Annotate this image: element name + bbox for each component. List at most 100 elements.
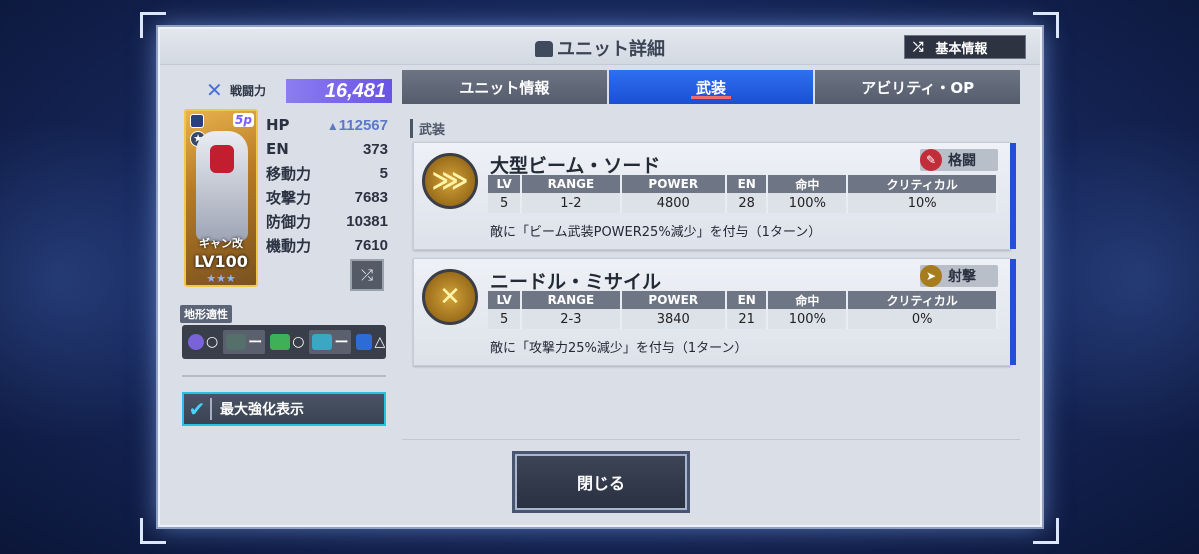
weapon-description: 敵に「ビーム武装POWER25%減少」を付与（1ターン） xyxy=(490,225,822,240)
stat-label: 防御力 xyxy=(266,212,312,231)
terrain-grade: △ xyxy=(374,334,386,350)
column-header: POWER xyxy=(620,291,728,309)
space-icon xyxy=(188,334,204,350)
terrain-grade: ○ xyxy=(206,334,219,350)
checkmark-icon: ✔ xyxy=(184,398,212,420)
column-header: RANGE xyxy=(521,291,622,309)
water-icon xyxy=(312,334,333,350)
stat-label: 機動力 xyxy=(266,236,312,255)
stat-label: HP xyxy=(266,116,290,134)
rarity-badge-icon xyxy=(190,114,204,128)
mobile-suit-icon xyxy=(535,41,553,57)
tab-ability-op[interactable]: アビリティ・OP xyxy=(815,70,1021,104)
tab-weapons[interactable]: 武装 xyxy=(608,70,816,104)
unit-stars: ★★★ xyxy=(206,272,236,285)
ground-icon xyxy=(270,334,291,350)
weapon-name: ニードル・ミサイル xyxy=(490,271,662,293)
table-cell: 10% xyxy=(847,193,998,213)
basic-info-label: 基本情報 xyxy=(935,41,988,57)
sp-badge: 5p xyxy=(233,113,254,127)
panel-header: ユニット詳細 ⤮ 基本情報 xyxy=(160,29,1040,65)
column-header: EN xyxy=(726,175,769,193)
tab-bar: ユニット情報 武装 アビリティ・OP xyxy=(402,70,1021,104)
terrain-label: 地形適性 xyxy=(180,305,232,323)
stat-label: 移動力 xyxy=(266,164,312,183)
table-cell: 0% xyxy=(847,309,998,329)
max-upgrade-toggle[interactable]: ✔ 最大強化表示 xyxy=(182,392,386,426)
column-header: クリティカル xyxy=(847,291,998,309)
weapon-name: 大型ビーム・ソード xyxy=(490,155,661,177)
table-cell: 5 xyxy=(488,309,523,329)
combat-power-label: 戦闘力 xyxy=(230,83,267,98)
stat-value: 373 xyxy=(362,140,388,158)
divider xyxy=(402,439,1020,440)
terrain-space: ○ xyxy=(188,334,218,350)
unit-level: LV100 xyxy=(194,252,248,271)
max-upgrade-label: 最大強化表示 xyxy=(220,402,304,418)
table-cell: 28 xyxy=(726,193,769,213)
column-header: POWER xyxy=(620,175,728,193)
column-header: クリティカル xyxy=(847,175,998,193)
unit-detail-panel: ユニット詳細 ⤮ 基本情報 ✕ 戦闘力 16,481 ★ 5p ギャン改 LV1… xyxy=(158,27,1042,527)
table-cell: 21 xyxy=(726,309,769,329)
column-header: RANGE xyxy=(521,175,622,193)
stat-hp: HP ▲112567 xyxy=(266,113,388,137)
shuffle-icon: ⤮ xyxy=(360,266,373,284)
terrain-aptitude: ○ ー ○ ー △ xyxy=(182,325,386,359)
terrain-ground: ○ xyxy=(270,334,304,350)
unit-name: ギャン改 xyxy=(199,237,243,250)
combat-power-row: ✕ 戦闘力 16,481 xyxy=(206,78,392,103)
weapon-stats-table: LV RANGE POWER EN 命中 クリティカル 5 1-2 4800 2… xyxy=(488,175,998,213)
beam-slash-icon: ⋙ xyxy=(422,153,478,209)
stat-label: EN xyxy=(266,140,289,158)
missile-burst-icon: ✕ xyxy=(422,269,478,325)
unit-card[interactable]: ★ 5p ギャン改 LV100 ★★★ xyxy=(184,109,258,287)
column-header: LV xyxy=(488,175,523,193)
basic-info-button[interactable]: ⤮ 基本情報 xyxy=(904,35,1026,59)
stat-value: 10381 xyxy=(346,212,388,230)
table-cell: 100% xyxy=(767,309,849,329)
tab-unit-info[interactable]: ユニット情報 xyxy=(402,70,609,104)
up-arrow-icon: ▲ xyxy=(326,118,339,133)
weapon-card[interactable]: ✕ ニードル・ミサイル ➤ 射撃 LV RANGE POWER EN 命中 クリテ… xyxy=(413,258,1016,366)
stat-value: 5 xyxy=(379,164,388,182)
shooting-icon: ➤ xyxy=(920,265,942,287)
terrain-grade: ○ xyxy=(292,334,305,350)
weapon-type-badge: ✎ 格闘 xyxy=(920,149,998,171)
weapon-description: 敵に「攻撃力25%減少」を付与（1ターン） xyxy=(490,341,748,356)
stat-move: 移動力 5 xyxy=(266,161,388,185)
stat-value: ▲112567 xyxy=(327,117,388,134)
stat-value: 7683 xyxy=(354,188,388,206)
combat-power-value: 16,481 xyxy=(286,79,392,103)
melee-icon: ✎ xyxy=(920,149,942,171)
crossed-swords-icon: ✕ xyxy=(206,78,223,102)
close-button[interactable]: 閉じる xyxy=(515,454,687,510)
column-header: 命中 xyxy=(767,291,849,309)
stat-mobility: 機動力 7610 xyxy=(266,233,388,257)
shuffle-icon: ⤮ xyxy=(913,39,924,55)
stat-label: 攻撃力 xyxy=(266,188,312,207)
stat-en: EN 373 xyxy=(266,137,388,161)
terrain-land: ー xyxy=(223,330,266,354)
table-cell: 3840 xyxy=(620,309,728,329)
terrain-grade: ー xyxy=(334,335,349,351)
stat-attack: 攻撃力 7683 xyxy=(266,185,388,209)
panel-title-text: ユニット詳細 xyxy=(557,39,665,60)
stats-list: HP ▲112567 EN 373 移動力 5 攻撃力 7683 防御力 10381 機動… xyxy=(266,113,388,257)
table-cell: 100% xyxy=(767,193,849,213)
stat-value: 7610 xyxy=(354,236,388,254)
column-header: EN xyxy=(726,291,769,309)
weapon-type: 格闘 xyxy=(948,153,976,169)
swap-unit-button[interactable]: ⤮ xyxy=(350,259,384,291)
table-cell: 2-3 xyxy=(521,309,622,329)
weapon-card[interactable]: ⋙ 大型ビーム・ソード ✎ 格闘 LV RANGE POWER EN 命中 クリテ… xyxy=(413,142,1016,250)
terrain-underwater: △ xyxy=(356,334,385,350)
weapon-type-badge: ➤ 射撃 xyxy=(920,265,998,287)
unit-portrait xyxy=(196,131,248,241)
table-cell: 1-2 xyxy=(521,193,622,213)
terrain-water: ー xyxy=(309,330,352,354)
section-label: 武装 xyxy=(410,119,445,138)
column-header: LV xyxy=(488,291,523,309)
weapon-type: 射撃 xyxy=(948,269,976,285)
divider xyxy=(182,375,386,377)
